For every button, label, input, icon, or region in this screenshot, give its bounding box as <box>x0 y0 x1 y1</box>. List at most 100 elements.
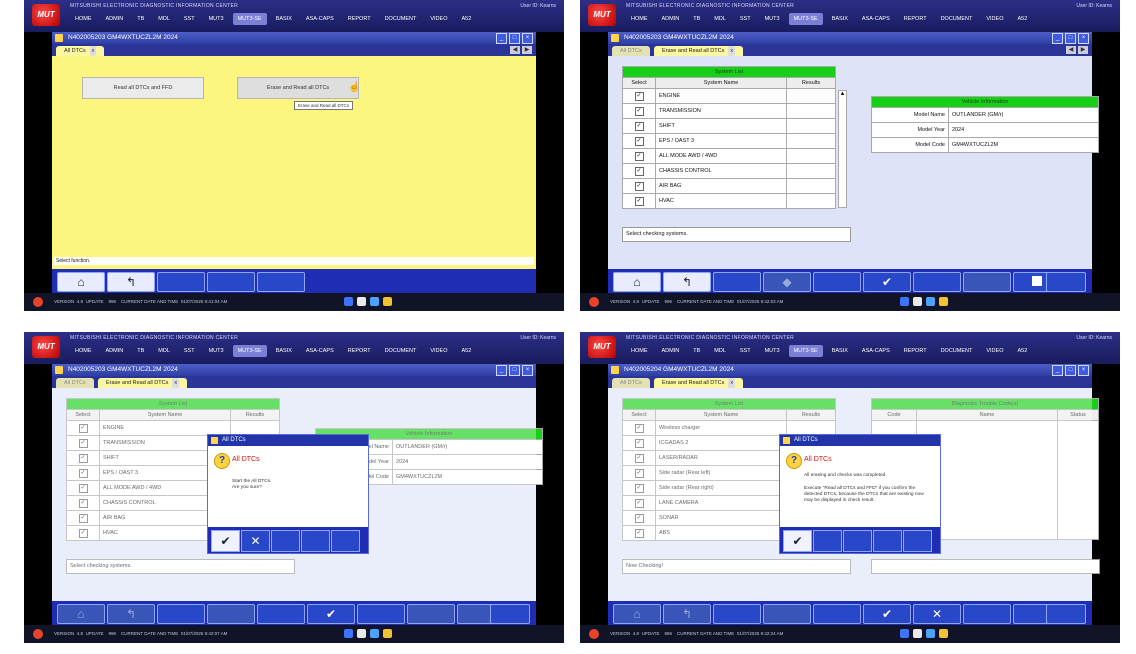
tray-icon-4[interactable] <box>939 297 948 306</box>
tab-report[interactable]: REPORT <box>899 13 932 25</box>
close-icon[interactable]: × <box>522 365 533 376</box>
dialog-key-3[interactable] <box>271 530 300 552</box>
select-checkbox[interactable]: ✓ <box>634 121 644 131</box>
tab-video[interactable]: VIDEO <box>981 345 1008 357</box>
function-key-3[interactable] <box>713 604 761 624</box>
minimize-icon[interactable]: _ <box>1052 365 1063 376</box>
back-button[interactable]: ↰ <box>663 604 711 624</box>
tray-icon-1[interactable] <box>344 629 353 638</box>
erase-and-read-button[interactable]: Erase and Read all DTCs <box>237 77 359 99</box>
function-key-3[interactable] <box>157 604 205 624</box>
tray-icon-2[interactable] <box>357 629 366 638</box>
tab-mut3[interactable]: MUT3 <box>204 13 229 25</box>
select-checkbox[interactable]: ✓ <box>634 196 644 206</box>
tab-mdl[interactable]: MDL <box>153 13 175 25</box>
function-key-5[interactable] <box>813 272 861 292</box>
tab-report[interactable]: REPORT <box>343 13 376 25</box>
back-button[interactable]: ↰ <box>107 604 155 624</box>
tab-sst[interactable]: SST <box>735 345 756 357</box>
table-row[interactable]: ✓ ALL MODE AWD / 4WD <box>622 148 836 164</box>
home-button[interactable]: ⌂ <box>57 604 105 624</box>
update-label[interactable]: UPDATE <box>642 299 660 304</box>
tab-sst[interactable]: SST <box>179 345 200 357</box>
function-key-8[interactable] <box>963 604 1011 624</box>
tab-mdl[interactable]: MDL <box>709 13 731 25</box>
tab-sst[interactable]: SST <box>735 13 756 25</box>
back-button[interactable]: ↰ <box>663 272 711 292</box>
table-row[interactable]: ✓ SHIFT <box>622 118 836 134</box>
execute-button[interactable]: ✔ <box>863 272 911 292</box>
scroll-left-icon[interactable]: ◀ <box>510 46 520 54</box>
tab-all-dtcs[interactable]: All DTCs x <box>56 46 105 56</box>
tab-asa-caps[interactable]: ASA-CAPS <box>857 345 895 357</box>
dialog-key-5[interactable] <box>903 530 932 552</box>
home-button[interactable]: ⌂ <box>613 272 661 292</box>
tab-all-dtcs[interactable]: All DTCs <box>56 378 94 388</box>
update-label[interactable]: UPDATE <box>642 631 660 636</box>
function-key-4[interactable] <box>763 604 811 624</box>
close-icon[interactable]: × <box>1078 365 1089 376</box>
tray-icon-4[interactable] <box>383 629 392 638</box>
tab-basix[interactable]: BASIX <box>271 13 297 25</box>
select-checkbox[interactable]: ✓ <box>634 181 644 191</box>
tab-mut3-se[interactable]: MUT3-SE <box>788 13 823 25</box>
scroll-right-icon[interactable]: ▶ <box>522 46 532 54</box>
home-button[interactable]: ⌂ <box>57 272 105 292</box>
update-label[interactable]: UPDATE <box>86 299 104 304</box>
tab-tb[interactable]: TB <box>132 13 149 25</box>
tab-document[interactable]: DOCUMENT <box>380 345 422 357</box>
select-checkbox[interactable]: ✓ <box>634 151 644 161</box>
function-key-7[interactable] <box>357 604 405 624</box>
dialog-key-2[interactable] <box>813 530 842 552</box>
minimize-icon[interactable]: _ <box>496 365 507 376</box>
scroll-left-icon[interactable]: ◀ <box>1066 46 1076 54</box>
tab-mut3[interactable]: MUT3 <box>760 345 785 357</box>
tab-document[interactable]: DOCUMENT <box>380 13 422 25</box>
function-key-7[interactable] <box>913 272 961 292</box>
tray-icon-1[interactable] <box>900 629 909 638</box>
tab-a52[interactable]: A52 <box>456 13 476 25</box>
tab-document[interactable]: DOCUMENT <box>936 345 978 357</box>
tab-admin[interactable]: ADMIN <box>657 13 685 25</box>
select-checkbox[interactable]: ✓ <box>634 136 644 146</box>
tab-mut3[interactable]: MUT3 <box>204 345 229 357</box>
tray-icon-2[interactable] <box>357 297 366 306</box>
dialog-key-3[interactable] <box>843 530 872 552</box>
function-key-10[interactable] <box>1046 272 1086 292</box>
function-key-8[interactable] <box>407 604 455 624</box>
function-key-5[interactable] <box>813 604 861 624</box>
minimize-icon[interactable]: _ <box>1052 33 1063 44</box>
cancel-key[interactable]: ✕ <box>913 604 961 624</box>
function-key-3[interactable] <box>713 272 761 292</box>
table-row[interactable]: ✓ ENGINE <box>622 88 836 104</box>
tab-tb[interactable]: TB <box>132 345 149 357</box>
read-all-dtcs-button[interactable]: Read all DTCs and FFD <box>82 77 204 99</box>
table-row[interactable]: ✓ EPS / OAST 3 <box>622 133 836 149</box>
back-button[interactable]: ↰ <box>107 272 155 292</box>
execute-button[interactable]: ✔ <box>307 604 355 624</box>
tab-asa-caps[interactable]: ASA-CAPS <box>301 13 339 25</box>
tab-video[interactable]: VIDEO <box>981 13 1008 25</box>
select-checkbox[interactable]: ✓ <box>634 91 644 101</box>
tab-mdl[interactable]: MDL <box>709 345 731 357</box>
tab-erase-read[interactable]: Erase and Read all DTCs x <box>654 378 744 388</box>
table-row[interactable]: ✓ TRANSMISSION <box>622 103 836 119</box>
tab-sst[interactable]: SST <box>179 13 200 25</box>
tab-all-dtcs[interactable]: All DTCs <box>612 46 650 56</box>
tray-icon-1[interactable] <box>900 297 909 306</box>
close-icon[interactable]: × <box>1078 33 1089 44</box>
tab-home[interactable]: HOME <box>70 13 97 25</box>
dialog-key-4[interactable] <box>301 530 330 552</box>
tray-icon-3[interactable] <box>926 297 935 306</box>
tab-video[interactable]: VIDEO <box>425 13 452 25</box>
tray-icon-4[interactable] <box>939 629 948 638</box>
tab-erase-read[interactable]: Erase and Read all DTCs x <box>654 46 744 56</box>
close-icon[interactable]: × <box>522 33 533 44</box>
dialog-key-4[interactable] <box>873 530 902 552</box>
tray-icon-1[interactable] <box>344 297 353 306</box>
tab-a52[interactable]: A52 <box>456 345 476 357</box>
tab-basix[interactable]: BASIX <box>827 345 853 357</box>
tab-report[interactable]: REPORT <box>343 345 376 357</box>
scroll-up-icon[interactable]: ▲ <box>839 91 846 97</box>
cancel-button[interactable]: ✕ <box>241 530 270 552</box>
